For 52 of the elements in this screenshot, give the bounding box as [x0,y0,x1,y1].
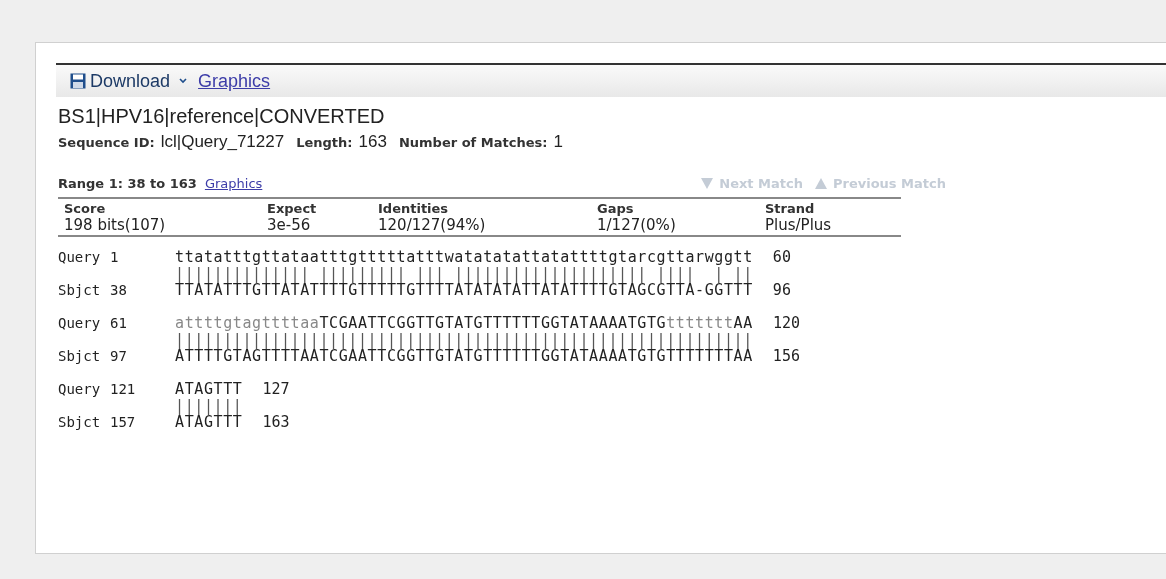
position-number: 163 [262,414,290,431]
down-triangle-icon [701,178,714,189]
query-label: Query [58,381,102,398]
position-number: 156 [772,348,800,365]
table-cell-text: 198 bits(107) [64,216,167,234]
position-number: 61 [110,315,128,332]
query-label: Query [58,315,102,332]
graphics-link[interactable]: Graphics [198,70,271,92]
meta-value: 1 [553,132,563,152]
subject-label: Sbjct [58,282,102,299]
range-label: Range 1: 38 to 163 [58,176,197,191]
column-header: Expect [267,201,318,216]
match-line: |||||||||||||| ||||||||| ||| |||||||||||||||||||| |||| | || [175,266,753,282]
subject-sequence: ATTTTGTAGTTTTAATCGAATTCGGTTGTATGTTTTTTGGTATAAAATGTGTTTTTTTAA [175,348,753,365]
sequence-title: BS1|HPV16|reference|CONVERTED [58,105,386,128]
meta-label: Number of Matches: [398,135,548,150]
position-number: 96 [772,282,791,299]
meta-value: lcl|Query_71227 [160,132,285,152]
position-number: 120 [772,315,800,332]
subject-label: Sbjct [58,414,102,431]
graphics-link[interactable]: Graphics [204,176,263,191]
position-number: 127 [262,381,290,398]
position-number: 38 [110,282,128,299]
query-sequence: attttgtagttttaaTCGAATTCGGTTGTATGTTTTTTGGTATAAAATGTGtttttttAA [175,315,753,332]
table-cell-text: Plus/Plus [765,216,833,234]
subject-sequence: TTATATTTGTTATATTTTGTTTTTGTTTTATATATATTATATTTTGTAGCGTTA-GGTTT [175,282,753,299]
caret-icon [178,77,189,85]
column-header: Identities [378,201,450,216]
query-sequence: ATAGTTT [175,381,243,398]
table-cell-text: 120/127(94%) [378,216,487,234]
up-triangle-icon [814,178,827,189]
column-header: Strand [765,201,816,216]
subject-label: Sbjct [58,348,102,365]
meta-value: 163 [358,132,387,152]
column-header: Score [64,201,107,216]
subject-sequence: ATAGTTT [175,414,243,431]
position-number: 157 [110,414,137,431]
position-number: 1 [110,249,120,266]
meta-label: Sequence ID: [58,135,155,150]
download-button[interactable]: Download [70,70,189,92]
table-cell-text: 3e-56 [267,216,312,234]
column-header: Gaps [597,201,635,216]
meta-label: Length: [296,135,353,150]
save-icon [70,73,86,89]
query-sequence: ttatatttgttataatttgtttttatttwatatatattatattttgtarcgttarwggtt [175,249,753,266]
position-number: 121 [110,381,137,398]
position-number: 60 [772,249,791,266]
query-label: Query [58,249,102,266]
table-cell-text: 1/127(0%) [597,216,677,234]
match-line: |||||||||||||||||||||||||||||||||||||||||||||||||||||||||||| [175,332,753,348]
position-number: 97 [110,348,128,365]
match-line: ||||||| [175,398,243,414]
